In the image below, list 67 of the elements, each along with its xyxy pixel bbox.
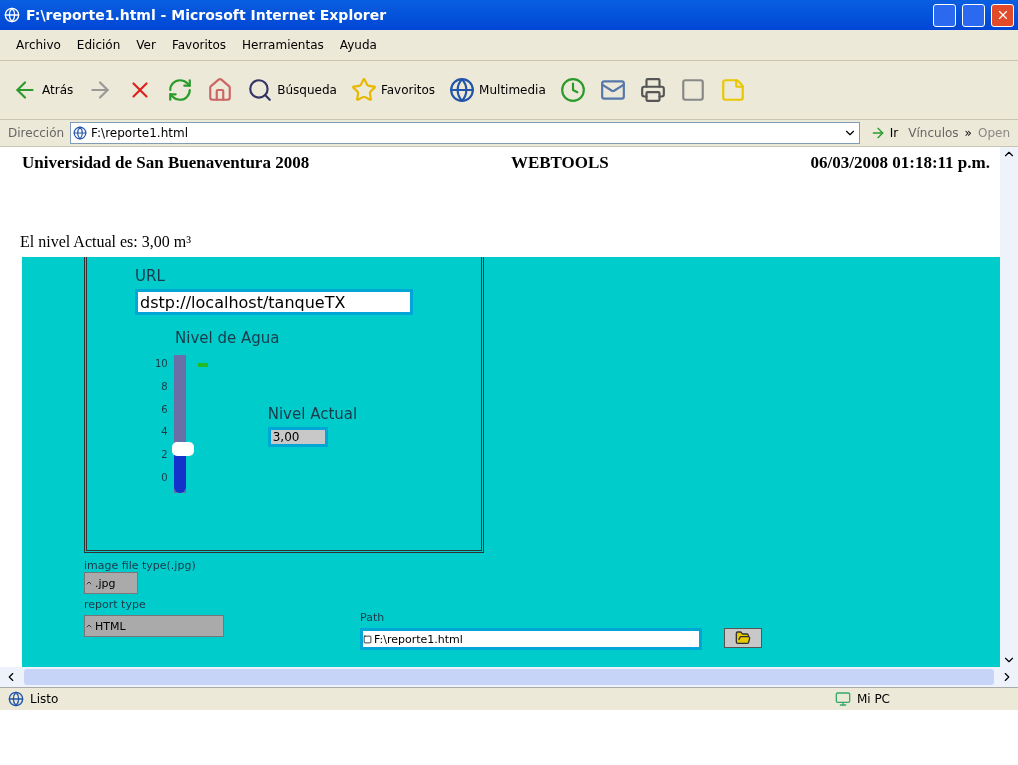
note-icon	[719, 77, 746, 103]
horizontal-scrollbar[interactable]	[0, 667, 1018, 687]
minimize-button[interactable]	[933, 3, 956, 27]
url-label: URL	[135, 267, 166, 285]
spinner-icon[interactable]	[85, 622, 93, 630]
app-title: WEBTOOLS	[510, 153, 609, 174]
address-field[interactable]: F:\reporte1.html	[70, 122, 860, 144]
home-icon	[207, 77, 234, 103]
slider-track[interactable]	[171, 355, 194, 493]
page-icon	[8, 691, 24, 707]
more-links[interactable]: »	[964, 126, 972, 140]
toolbar-button[interactable]: Atrás	[8, 75, 78, 105]
scale-label: 8	[161, 381, 168, 392]
actual-label: Nivel Actual	[267, 405, 358, 423]
scroll-thumb[interactable]	[24, 669, 994, 685]
scale-label: 4	[161, 427, 168, 438]
status-text: Listo	[30, 692, 59, 706]
scale-label: 6	[161, 404, 168, 415]
globe-icon	[449, 77, 476, 103]
scale-label: 10	[155, 359, 168, 369]
report-type-label: report type	[84, 598, 147, 611]
menu-item[interactable]: Edición	[68, 36, 129, 54]
menu-item[interactable]: Ayuda	[331, 36, 385, 54]
window-title: F:\reporte1.html - Microsoft Internet Explorer	[26, 7, 388, 23]
printer-icon	[639, 77, 666, 103]
refresh-icon	[167, 77, 194, 103]
scale-label: 2	[161, 450, 168, 461]
timestamp: 06/03/2008 01:18:11 p.m.	[810, 153, 990, 174]
image-type-label: image file type(.jpg)	[84, 559, 197, 572]
menu-item[interactable]: Favoritos	[163, 36, 235, 54]
clock-icon	[559, 77, 586, 103]
scale-label: 0	[161, 473, 168, 483]
menu-item[interactable]: Ver	[128, 36, 164, 54]
close-button[interactable]	[991, 3, 1014, 27]
report-type-selector[interactable]: HTML	[84, 615, 224, 637]
folder-icon	[735, 630, 751, 646]
path-field[interactable]: F:\reporte1.html	[360, 628, 702, 650]
links-label: Vínculos	[908, 126, 959, 140]
slider-title: Nivel de Agua	[175, 329, 281, 347]
university-title: Universidad de San Buenaventura 2008	[22, 153, 310, 174]
toolbar-button[interactable]: Búsqueda	[243, 75, 341, 105]
path-label: Path	[360, 611, 386, 624]
go-button[interactable]: Ir	[865, 123, 903, 143]
spinner-icon[interactable]	[85, 579, 93, 587]
mail-icon	[599, 77, 626, 103]
url-field[interactable]: dstp://localhost/tanqueTX	[135, 289, 413, 315]
indicator-mark	[197, 363, 208, 367]
image-type-selector[interactable]: .jpg	[84, 572, 138, 594]
toolbar-button[interactable]: Favoritos	[346, 75, 440, 105]
star-icon	[350, 77, 377, 103]
slider-thumb[interactable]	[171, 441, 194, 456]
toolbar-button[interactable]: Multimedia	[445, 75, 550, 105]
menu-item[interactable]: Herramientas	[234, 36, 332, 54]
computer-icon	[834, 691, 851, 707]
page-icon	[73, 126, 88, 140]
vertical-scrollbar[interactable]	[1000, 147, 1018, 667]
menu-item[interactable]: Archivo	[8, 36, 69, 54]
search-icon	[247, 77, 274, 103]
browse-button[interactable]	[724, 628, 762, 648]
actual-value: 3,00	[267, 427, 328, 447]
maximize-button[interactable]	[962, 3, 985, 27]
zone-text: Mi PC	[856, 692, 890, 706]
path-icon	[363, 634, 372, 644]
level-text: El nivel Actual es: 3,00 m³	[20, 233, 192, 252]
browser-icon	[4, 7, 20, 23]
address-label: Dirección	[8, 126, 65, 140]
square-icon	[679, 77, 706, 103]
